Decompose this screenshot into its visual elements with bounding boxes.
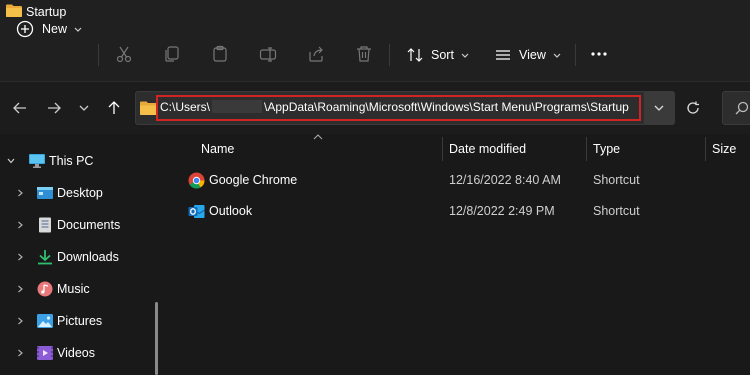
chevron-right-icon (18, 253, 23, 261)
arrow-up-icon (108, 101, 120, 114)
view-button[interactable]: View (494, 41, 561, 69)
address-bar[interactable]: C:\Users\ \AppData\Roaming\Microsoft\Wind… (135, 91, 675, 125)
arrow-right-icon (48, 102, 61, 114)
cut-icon (116, 46, 132, 63)
toolbar-divider (575, 44, 576, 66)
refresh-button[interactable] (678, 91, 708, 125)
nav-item-this-pc[interactable]: This PC (0, 146, 150, 176)
chevron-right-icon (18, 189, 23, 197)
more-options-button[interactable] (588, 43, 610, 65)
nav-item-music[interactable]: Music (0, 274, 150, 304)
nav-label-music: Music (57, 282, 90, 296)
view-label: View (519, 48, 546, 62)
column-divider[interactable] (586, 137, 587, 161)
paste-button[interactable] (209, 43, 231, 65)
rename-icon (259, 47, 277, 62)
nav-item-downloads[interactable]: Downloads (0, 242, 150, 272)
chevron-right-icon (18, 317, 23, 325)
nav-item-pictures[interactable]: Pictures (0, 306, 150, 336)
toolbar-divider (98, 44, 99, 66)
pictures-icon (37, 314, 53, 328)
redacted-username (212, 100, 263, 113)
sort-button[interactable]: Sort (406, 41, 469, 69)
sort-label: Sort (431, 48, 454, 62)
file-type: Shortcut (593, 204, 640, 218)
cut-button[interactable] (113, 43, 135, 65)
music-icon (37, 281, 53, 297)
search-box[interactable] (722, 91, 750, 125)
arrow-left-icon (13, 102, 26, 114)
chevron-down-icon (79, 105, 89, 111)
desktop-icon (37, 187, 53, 199)
file-type: Shortcut (593, 173, 640, 187)
nav-label-this-pc: This PC (49, 154, 94, 168)
more-icon (591, 52, 607, 56)
file-row[interactable]: Google Chrome 12/16/2022 8:40 AM Shortcu… (180, 166, 750, 196)
chevron-down-icon (461, 53, 469, 58)
column-divider[interactable] (442, 137, 443, 161)
share-icon (309, 46, 323, 62)
delete-button[interactable] (353, 43, 375, 65)
new-label: New (42, 22, 68, 36)
navigation-scrollbar[interactable] (155, 302, 158, 375)
refresh-icon (687, 101, 699, 114)
file-date: 12/8/2022 2:49 PM (449, 204, 555, 218)
column-header-type[interactable]: Type (593, 142, 620, 156)
chevron-right-icon (18, 349, 23, 357)
search-icon (735, 101, 749, 115)
rename-button[interactable] (257, 43, 279, 65)
copy-button[interactable] (161, 43, 183, 65)
title-bar: Startup (0, 0, 750, 26)
chevron-down-icon (74, 27, 82, 32)
nav-item-desktop[interactable]: Desktop (0, 178, 150, 208)
column-header-date-modified[interactable]: Date modified (449, 142, 526, 156)
chrome-icon (188, 172, 205, 189)
view-icon (496, 50, 510, 60)
nav-label-pictures: Pictures (57, 314, 103, 328)
downloads-icon (38, 250, 52, 265)
computer-icon (29, 154, 45, 168)
back-button[interactable] (10, 98, 30, 118)
videos-icon (37, 346, 53, 360)
plus-circle-icon (16, 20, 34, 38)
address-prefix: C:\Users\ (160, 100, 211, 114)
documents-icon (39, 217, 51, 233)
file-name: Outlook (209, 204, 253, 218)
file-date: 12/16/2022 8:40 AM (449, 173, 561, 187)
file-name: Google Chrome (209, 173, 298, 187)
address-dropdown-button[interactable] (644, 92, 674, 124)
column-header-name[interactable]: Name (201, 142, 234, 156)
paste-icon (213, 45, 227, 62)
chevron-down-icon (654, 105, 664, 111)
chevron-down-icon (553, 53, 561, 58)
nav-label-desktop: Desktop (57, 186, 103, 200)
nav-item-documents[interactable]: Documents (0, 210, 150, 240)
sort-icon (407, 48, 423, 62)
share-button[interactable] (305, 43, 327, 65)
nav-label-videos: Videos (57, 346, 95, 360)
nav-label-documents: Documents (57, 218, 121, 232)
chevron-down-icon (7, 158, 15, 164)
sort-ascending-icon (313, 134, 323, 140)
nav-item-videos[interactable]: Videos (0, 338, 150, 368)
trash-icon (357, 46, 371, 62)
address-path[interactable]: C:\Users\ \AppData\Roaming\Microsoft\Wind… (160, 100, 629, 114)
copy-icon (165, 46, 179, 62)
file-row[interactable]: Outlook 12/8/2022 2:49 PM Shortcut (180, 197, 750, 227)
chevron-right-icon (18, 285, 23, 293)
chevron-right-icon (18, 221, 23, 229)
column-header-size[interactable]: Size (712, 142, 736, 156)
recent-locations-button[interactable] (74, 98, 94, 118)
new-button[interactable]: New (16, 15, 82, 43)
address-suffix: \AppData\Roaming\Microsoft\Windows\Start… (264, 100, 629, 114)
up-button[interactable] (104, 98, 124, 118)
toolbar-divider (389, 44, 390, 66)
forward-button[interactable] (44, 98, 64, 118)
outlook-icon (188, 205, 205, 218)
nav-label-downloads: Downloads (57, 250, 119, 264)
column-divider[interactable] (705, 137, 706, 161)
